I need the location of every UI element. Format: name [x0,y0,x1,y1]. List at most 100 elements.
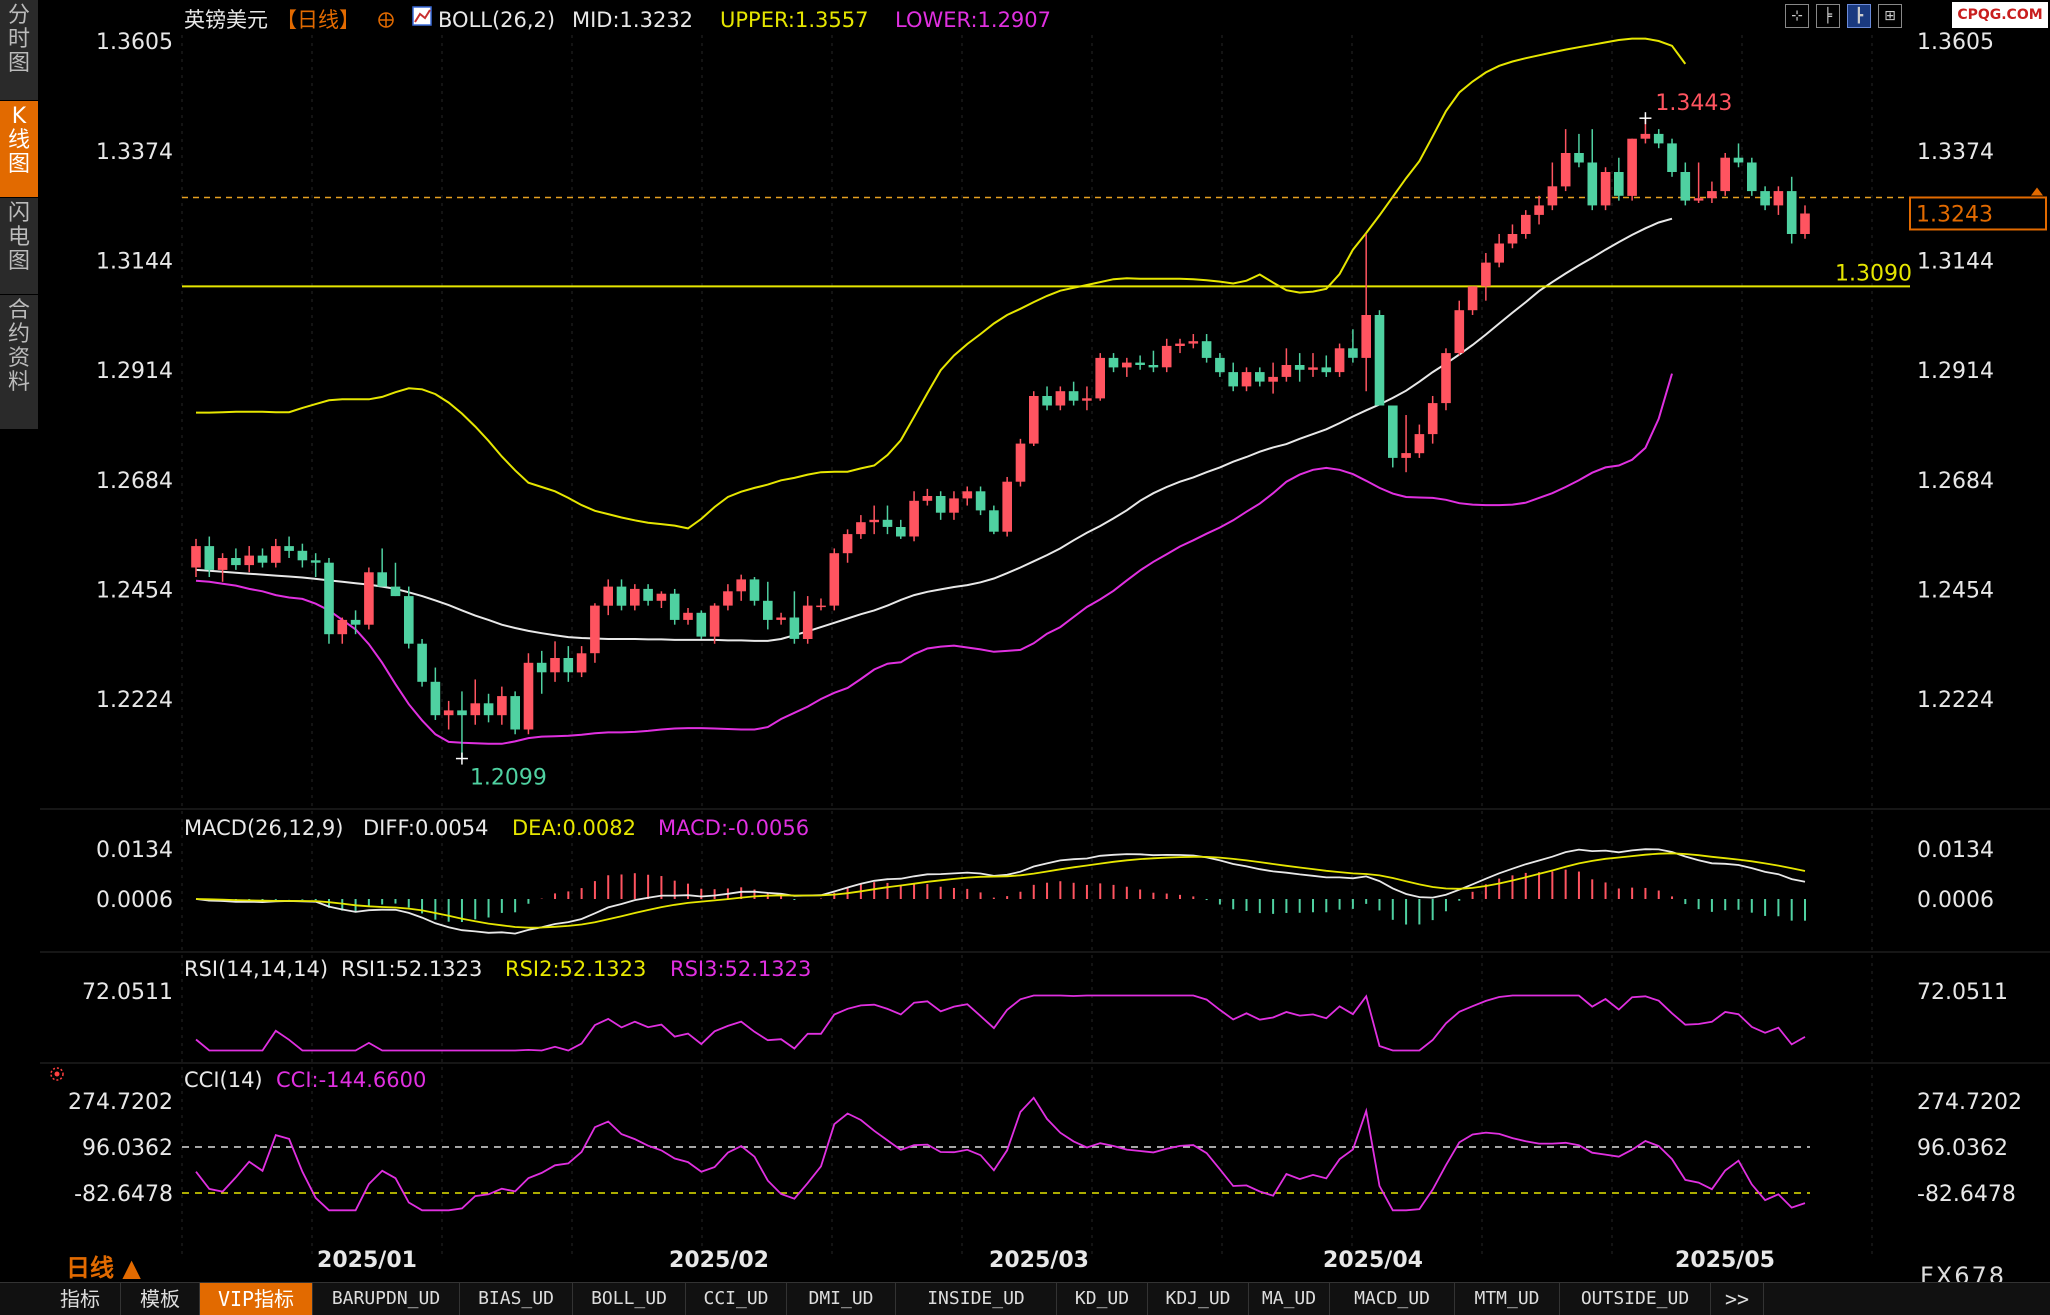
candle-121 [1800,205,1810,239]
cci-tick-left-0: 274.7202 [68,1090,173,1115]
candle-body-102 [1547,186,1558,206]
tab-inside-label: INSIDE_UD [927,1288,1025,1309]
candle-body-109 [1640,133,1651,139]
current-price-label: 1.3243 [1916,202,1993,227]
candle-51 [869,505,879,535]
candle-6 [271,538,281,568]
tab-vip-indicators[interactable]: VIP指标 [200,1283,313,1315]
candle-31 [603,579,613,616]
tab-barupdn-label: BARUPDN_UD [331,1288,441,1309]
candle-67 [1082,386,1092,411]
candlestick-icon[interactable]: ┣ [1847,4,1871,28]
candle-body-85 [1321,367,1332,373]
candle-body-10 [324,562,334,635]
tab-cci[interactable]: CCI_UD [686,1283,787,1315]
tab-barupdn[interactable]: BARUPDN_UD [313,1283,460,1315]
candle-50 [856,515,866,539]
gridview-icon[interactable]: ⊞ [1878,4,1902,28]
candle-53 [896,519,906,539]
candle-body-28 [563,658,574,673]
settings-icon[interactable] [378,12,394,28]
candle-29 [576,646,587,678]
candle-body-66 [1068,391,1079,401]
tab-templates[interactable]: 模板 [121,1283,200,1315]
candle-body-30 [590,605,600,654]
candle-104 [1574,133,1584,168]
candle-77 [1215,353,1225,377]
kline-chart[interactable]: 英镑美元 【日线】 BOLL(26,2) MID:1.3232 UPPER:1.… [0,0,2050,1282]
ytick-right-3: 1.2914 [1917,359,1994,384]
candle-body-16 [404,596,414,644]
tab-macd[interactable]: MACD_UD [1330,1283,1455,1315]
tab-kdj[interactable]: KDJ_UD [1148,1283,1249,1315]
candle-54 [909,491,919,542]
tab-inside[interactable]: INSIDE_UD [896,1283,1057,1315]
ytick-right-2: 1.3144 [1917,250,1994,275]
support-label: 1.3090 [1835,261,1912,286]
tab-outside[interactable]: OUTSIDE_UD [1560,1283,1711,1315]
bar-icon[interactable]: ╞ [1816,4,1840,28]
candle-body-42 [749,579,760,601]
candle-64 [1042,386,1052,411]
candles [191,118,1810,759]
period-selector[interactable]: 日线 ▲ [66,1248,141,1283]
tab-more[interactable]: >> [1711,1283,1764,1315]
low-marker-icon [455,752,468,765]
tab-boll[interactable]: BOLL_UD [573,1283,686,1315]
candle-70 [1122,357,1132,377]
candle-body-103 [1560,153,1571,187]
candle-body-11 [337,619,348,635]
candle-body-54 [909,500,919,537]
candle-120 [1786,176,1797,244]
xtick-1: 2025/02 [669,1248,769,1273]
candle-body-60 [989,510,999,532]
candle-body-37 [683,612,693,620]
candle-84 [1308,353,1318,377]
candle-72 [1148,350,1159,373]
candle-86 [1334,343,1345,377]
candle-body-63 [1029,396,1039,444]
cci-value: CCI:-144.6600 [276,1068,426,1092]
macd-value: MACD:-0.0056 [658,816,809,840]
candle-105 [1587,129,1598,211]
candle-87 [1348,329,1358,363]
tab-mtm[interactable]: MTM_UD [1455,1283,1560,1315]
candle-body-38 [696,612,707,637]
ytick-right-1: 1.3374 [1917,140,1994,165]
cci-settings-icon[interactable] [50,1067,64,1081]
candle-body-112 [1680,172,1691,201]
candle-body-61 [1002,481,1012,532]
macd-plot: 0.0134 0.0134 0.0006 0.0006 [96,838,1994,935]
tab-dmi[interactable]: DMI_UD [787,1283,896,1315]
ytick-left-0: 1.3605 [96,30,173,55]
candle-3 [231,548,241,570]
crosshair-icon[interactable]: ⊹ [1785,4,1809,28]
candle-119 [1773,186,1784,215]
tab-indicators[interactable]: 指标 [40,1283,121,1315]
period-label-header: 【日线】 [276,8,360,32]
tab-indicators-label: 指标 [60,1287,100,1311]
candle-body-1 [204,546,215,570]
candle-15 [390,562,401,597]
candle-63 [1029,391,1039,446]
tab-kd[interactable]: KD_UD [1057,1283,1148,1315]
tab-bias[interactable]: BIAS_UD [460,1283,573,1315]
candle-body-71 [1135,362,1145,365]
candle-106 [1600,167,1611,211]
candle-91 [1401,415,1411,473]
candle-body-121 [1800,213,1810,234]
price-axis-right: 1.3605 1.3374 1.3144 1.2914 1.2684 1.2454 1.22… [1917,30,1994,713]
tab-ma-label: MA_UD [1261,1288,1317,1309]
tab-mtm-label: MTM_UD [1474,1288,1540,1309]
candle-body-51 [869,519,879,523]
ytick-right-4: 1.2684 [1917,469,1994,494]
tab-ma[interactable]: MA_UD [1249,1283,1330,1315]
cci-tick-right-1: 96.0362 [1917,1136,2008,1161]
boll-lower: LOWER:1.2907 [895,8,1051,32]
candle-body-40 [723,591,733,606]
candle-body-80 [1255,372,1265,382]
candle-14 [377,548,387,587]
candle-body-58 [962,491,973,499]
candle-body-115 [1720,157,1730,192]
candle-body-3 [231,558,241,566]
